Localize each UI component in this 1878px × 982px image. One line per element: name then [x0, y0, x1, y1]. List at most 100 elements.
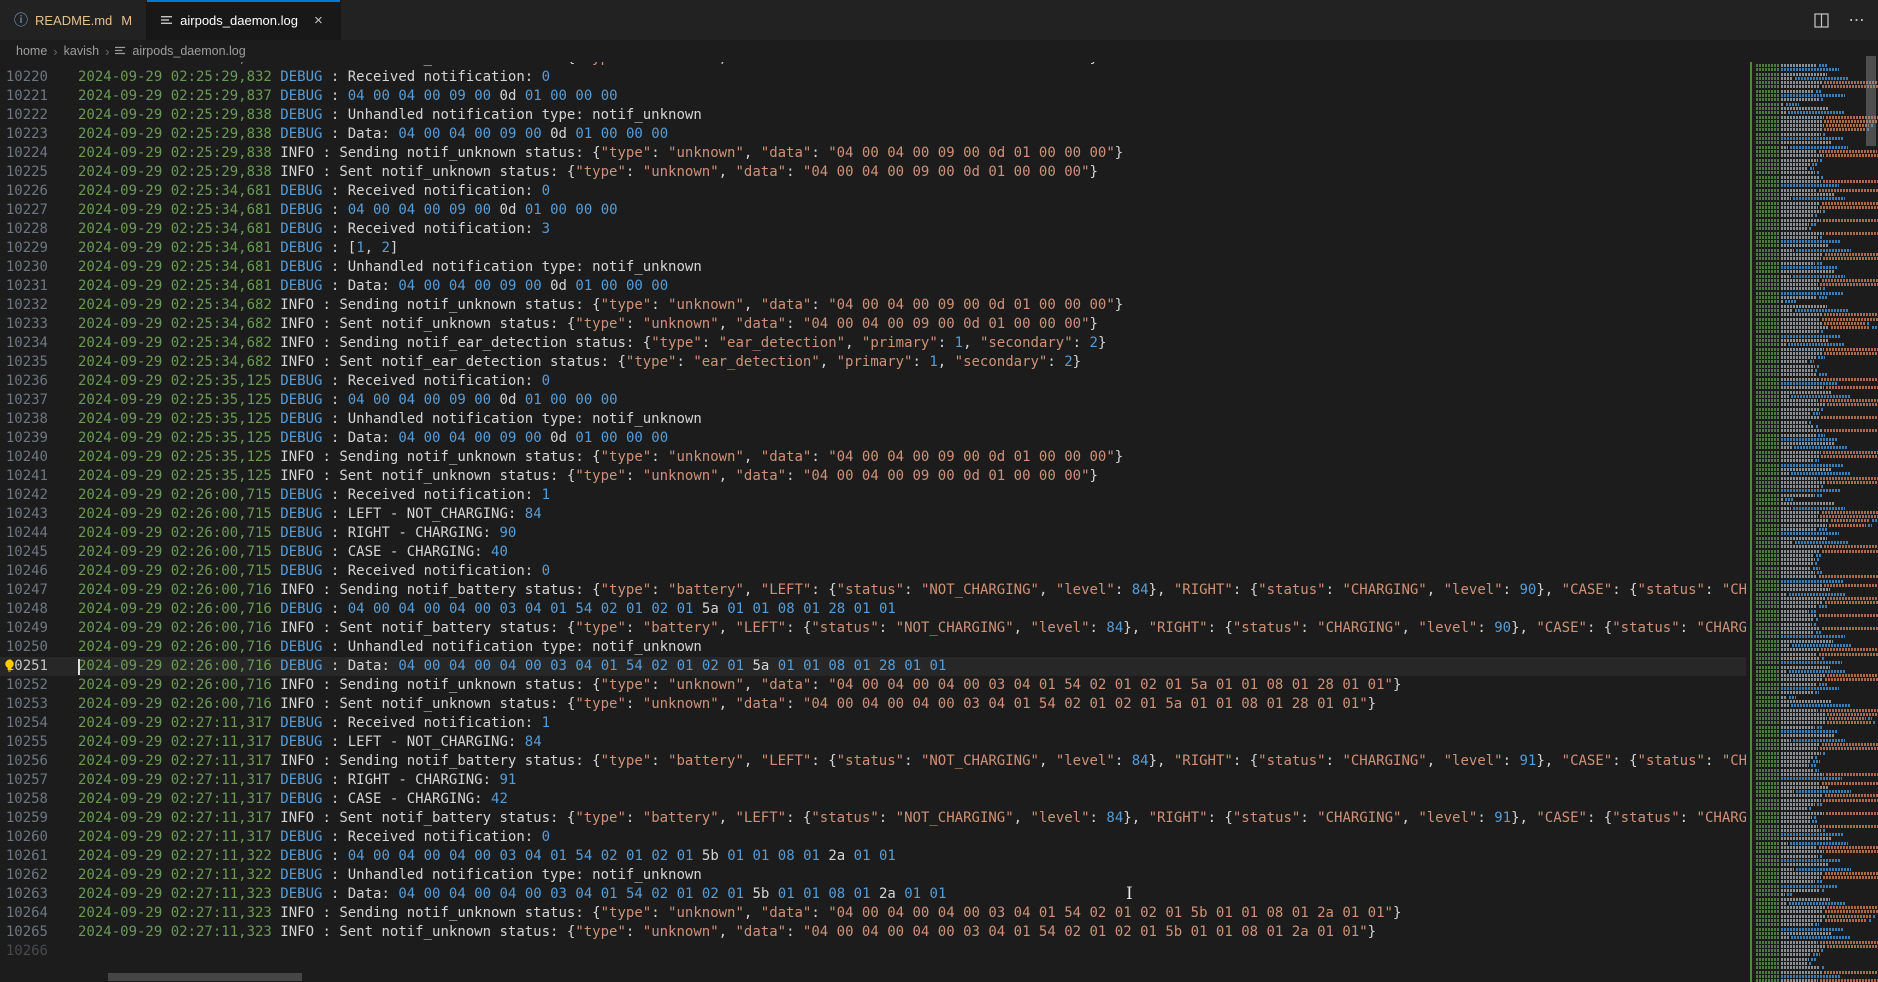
breadcrumb-home[interactable]: home — [16, 44, 47, 58]
log-line[interactable]: 102572024-09-29 02:27:11,317 DEBUG : RIG… — [0, 771, 1746, 790]
log-line-text: 2024-09-29 02:25:29,837 DEBUG : 04 00 04… — [70, 87, 1746, 106]
modified-badge: M — [121, 13, 132, 28]
line-number: 10236 — [0, 372, 70, 391]
log-line[interactable]: 102402024-09-29 02:25:35,125 INFO : Send… — [0, 448, 1746, 467]
close-icon[interactable]: × — [311, 11, 326, 30]
log-line-text: 2024-09-29 02:27:11,317 DEBUG : RIGHT - … — [70, 771, 1746, 790]
log-line[interactable]: 102612024-09-29 02:27:11,322 DEBUG : 04 … — [0, 847, 1746, 866]
log-line[interactable]: 102272024-09-29 02:25:34,681 DEBUG : 04 … — [0, 201, 1746, 220]
log-line-text: 2024-09-29 02:27:11,317 DEBUG : Received… — [70, 714, 1746, 733]
vscode-window: { "tabs": [ { "label": "README.md", "bad… — [0, 0, 1878, 982]
log-line[interactable]: 102512024-09-29 02:26:00,716 DEBUG : Dat… — [0, 657, 1746, 676]
line-number: 10223 — [0, 125, 70, 144]
line-number: 10226 — [0, 182, 70, 201]
log-line-text: 2024-09-29 02:27:11,323 INFO : Sent noti… — [70, 923, 1746, 942]
log-line[interactable]: 102622024-09-29 02:27:11,322 DEBUG : Unh… — [0, 866, 1746, 885]
horizontal-scrollbar[interactable] — [108, 973, 302, 981]
log-line[interactable]: 102522024-09-29 02:26:00,716 INFO : Send… — [0, 676, 1746, 695]
log-line[interactable]: 102532024-09-29 02:26:00,716 INFO : Sent… — [0, 695, 1746, 714]
tab-readme[interactable]: ⓘ README.md M — [0, 0, 147, 40]
log-line-text: 2024-09-29 02:26:00,715 DEBUG : RIGHT - … — [70, 524, 1746, 543]
log-line[interactable]: 102252024-09-29 02:25:29,838 INFO : Sent… — [0, 163, 1746, 182]
line-number: 10247 — [0, 581, 70, 600]
log-line[interactable]: 102432024-09-29 02:26:00,715 DEBUG : LEF… — [0, 505, 1746, 524]
log-line[interactable]: 102302024-09-29 02:25:34,681 DEBUG : Unh… — [0, 258, 1746, 277]
log-line-text: 2024-09-29 02:25:34,681 DEBUG : Unhandle… — [70, 258, 1746, 277]
log-line[interactable]: 102452024-09-29 02:26:00,715 DEBUG : CAS… — [0, 543, 1746, 562]
log-line-text: 2024-09-29 02:25:34,681 DEBUG : Received… — [70, 182, 1746, 201]
log-line-text: 2024-09-29 02:25:29,838 DEBUG : Data: 04… — [70, 125, 1746, 144]
line-number: 10240 — [0, 448, 70, 467]
log-line[interactable]: 102232024-09-29 02:25:29,838 DEBUG : Dat… — [0, 125, 1746, 144]
log-line[interactable]: 102472024-09-29 02:26:00,716 INFO : Send… — [0, 581, 1746, 600]
log-line[interactable]: 102462024-09-29 02:26:00,715 DEBUG : Rec… — [0, 562, 1746, 581]
line-number: 10237 — [0, 391, 70, 410]
log-line[interactable]: 102582024-09-29 02:27:11,317 DEBUG : CAS… — [0, 790, 1746, 809]
line-number: 10254 — [0, 714, 70, 733]
tab-label: airpods_daemon.log — [180, 13, 298, 28]
log-line[interactable]: 102592024-09-29 02:27:11,317 INFO : Sent… — [0, 809, 1746, 828]
log-line[interactable]: 102212024-09-29 02:25:29,837 DEBUG : 04 … — [0, 87, 1746, 106]
line-number: 10256 — [0, 752, 70, 771]
split-editor-icon[interactable] — [1810, 9, 1832, 31]
log-line[interactable]: 102322024-09-29 02:25:34,682 INFO : Send… — [0, 296, 1746, 315]
log-line[interactable]: 10266 — [0, 942, 1746, 961]
log-line-text: 2024-09-29 02:26:00,715 DEBUG : CASE - C… — [70, 543, 1746, 562]
log-line[interactable]: 102222024-09-29 02:25:29,838 DEBUG : Unh… — [0, 106, 1746, 125]
more-actions-icon[interactable]: ⋯ — [1846, 9, 1868, 31]
log-line[interactable]: 102282024-09-29 02:25:34,681 DEBUG : Rec… — [0, 220, 1746, 239]
minimap[interactable] — [1750, 62, 1878, 982]
log-line[interactable]: 102642024-09-29 02:27:11,323 INFO : Send… — [0, 904, 1746, 923]
line-number: 10238 — [0, 410, 70, 429]
breadcrumb-file[interactable]: airpods_daemon.log — [132, 44, 245, 58]
log-line[interactable]: 102352024-09-29 02:25:34,682 INFO : Sent… — [0, 353, 1746, 372]
log-line[interactable]: 102262024-09-29 02:25:34,681 DEBUG : Rec… — [0, 182, 1746, 201]
log-file-icon — [161, 14, 173, 26]
line-number: 10265 — [0, 923, 70, 942]
line-number: 10220 — [0, 68, 70, 87]
log-line[interactable]: 102422024-09-29 02:26:00,715 DEBUG : Rec… — [0, 486, 1746, 505]
vertical-scrollbar[interactable] — [1866, 56, 1876, 146]
log-line-text: 2024-09-29 02:25:35,125 INFO : Sending n… — [70, 448, 1746, 467]
log-line[interactable]: 102382024-09-29 02:25:35,125 DEBUG : Unh… — [0, 410, 1746, 429]
log-line[interactable]: 102552024-09-29 02:27:11,317 DEBUG : LEF… — [0, 733, 1746, 752]
log-line[interactable]: 102342024-09-29 02:25:34,682 INFO : Send… — [0, 334, 1746, 353]
line-number: 10233 — [0, 315, 70, 334]
log-line-text: 2024-09-29 02:27:11,323 INFO : Sending n… — [70, 904, 1746, 923]
log-line-text: 2024-09-29 02:27:11,322 DEBUG : Unhandle… — [70, 866, 1746, 885]
log-line[interactable]: 102542024-09-29 02:27:11,317 DEBUG : Rec… — [0, 714, 1746, 733]
line-number: 10244 — [0, 524, 70, 543]
log-line[interactable]: 102312024-09-29 02:25:34,681 DEBUG : Dat… — [0, 277, 1746, 296]
line-number: 10266 — [0, 942, 70, 961]
log-line-text: 2024-09-29 02:25:34,681 DEBUG : [1, 2] — [70, 239, 1746, 258]
log-line-text: 2024-09-29 02:26:00,716 DEBUG : 04 00 04… — [70, 600, 1746, 619]
log-line[interactable]: 102412024-09-29 02:25:35,125 INFO : Sent… — [0, 467, 1746, 486]
log-line[interactable]: 102632024-09-29 02:27:11,323 DEBUG : Dat… — [0, 885, 1746, 904]
log-line-text: 2024-09-29 02:25:35,125 INFO : Sent noti… — [70, 467, 1746, 486]
log-line[interactable]: 102392024-09-29 02:25:35,125 DEBUG : Dat… — [0, 429, 1746, 448]
log-line[interactable]: 102652024-09-29 02:27:11,323 INFO : Sent… — [0, 923, 1746, 942]
log-line[interactable]: 102202024-09-29 02:25:29,832 DEBUG : Rec… — [0, 68, 1746, 87]
log-line[interactable]: 102502024-09-29 02:26:00,716 DEBUG : Unh… — [0, 638, 1746, 657]
log-line[interactable]: 102292024-09-29 02:25:34,681 DEBUG : [1,… — [0, 239, 1746, 258]
log-line[interactable]: 102362024-09-29 02:25:35,125 DEBUG : Rec… — [0, 372, 1746, 391]
breadcrumb-kavish[interactable]: kavish — [64, 44, 99, 58]
log-line[interactable]: 102332024-09-29 02:25:34,682 INFO : Sent… — [0, 315, 1746, 334]
log-line[interactable]: 102482024-09-29 02:26:00,716 DEBUG : 04 … — [0, 600, 1746, 619]
log-line[interactable]: 102602024-09-29 02:27:11,317 DEBUG : Rec… — [0, 828, 1746, 847]
log-line[interactable]: 102492024-09-29 02:26:00,716 INFO : Sent… — [0, 619, 1746, 638]
line-number: 10231 — [0, 277, 70, 296]
log-line[interactable]: 102442024-09-29 02:26:00,715 DEBUG : RIG… — [0, 524, 1746, 543]
log-line[interactable]: 102562024-09-29 02:27:11,317 INFO : Send… — [0, 752, 1746, 771]
tab-airpods-daemon-log[interactable]: airpods_daemon.log × — [147, 0, 341, 40]
log-line-text: 2024-09-29 02:27:11,317 DEBUG : Received… — [70, 828, 1746, 847]
editor[interactable]: 102192024-09-29 02:25:24,677 INFO : Sent… — [0, 62, 1878, 982]
log-line-text: 2024-09-29 02:26:00,716 INFO : Sent noti… — [70, 695, 1746, 714]
log-line[interactable]: 102242024-09-29 02:25:29,838 INFO : Send… — [0, 144, 1746, 163]
log-line-text: 2024-09-29 02:26:00,715 DEBUG : Received… — [70, 486, 1746, 505]
lightbulb-icon[interactable] — [3, 659, 16, 673]
log-lines: 102192024-09-29 02:25:24,677 INFO : Sent… — [0, 62, 1746, 961]
log-line-text: 2024-09-29 02:27:11,317 DEBUG : CASE - C… — [70, 790, 1746, 809]
line-number: 10260 — [0, 828, 70, 847]
log-line[interactable]: 102372024-09-29 02:25:35,125 DEBUG : 04 … — [0, 391, 1746, 410]
